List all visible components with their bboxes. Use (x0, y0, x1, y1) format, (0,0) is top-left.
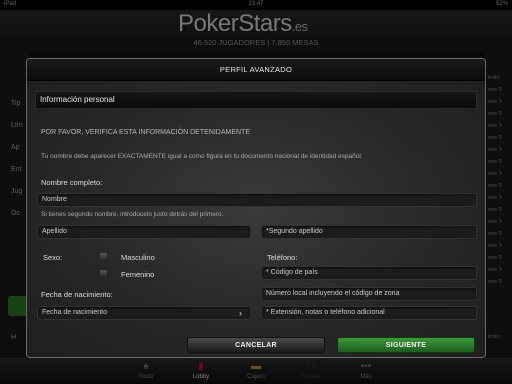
male-label[interactable]: Masculino (121, 253, 155, 262)
verify-instruction: POR FAVOR, VERIFICA ESTA INFORMACIÓN DET… (41, 129, 250, 136)
female-label[interactable]: Femenino (121, 270, 154, 279)
male-radio[interactable] (99, 252, 108, 261)
first-name-field[interactable]: Nombre (37, 193, 477, 207)
chevron-right-icon: › (239, 308, 242, 318)
next-button[interactable]: SIGUIENTE (337, 337, 475, 353)
section-header-personal-info: Información personal (35, 91, 477, 109)
date-of-birth-picker[interactable]: Fecha de nacimiento › (37, 306, 251, 320)
full-name-label: Nombre completo: (41, 178, 103, 187)
country-code-field[interactable]: * Código de país (261, 266, 477, 280)
dob-label: Fecha de nacimiento: (41, 290, 113, 299)
dob-placeholder: Fecha de nacimiento (42, 309, 107, 316)
dialog-title: PERFIL AVANZADO (27, 59, 485, 81)
cancel-button[interactable]: CANCELAR (187, 337, 325, 353)
surname-field[interactable]: Apellido (37, 225, 251, 239)
local-number-field[interactable]: Número local incluyendo el código de zon… (261, 287, 477, 301)
sex-label: Sexo: (43, 253, 63, 262)
phone-extension-field[interactable]: * Extensión, notas o teléfono adicional (261, 306, 477, 320)
second-surname-field[interactable]: *Segundo apellido (261, 225, 477, 239)
phone-label: Teléfono: (267, 253, 298, 262)
middle-name-hint: Si tienes segundo nombre, introdúcelo ju… (41, 211, 224, 218)
advanced-profile-dialog: PERFIL AVANZADO Información personal POR… (26, 58, 486, 358)
female-radio[interactable] (99, 269, 108, 278)
exact-name-instruction: Tu nombre debe aparecer EXACTAMENTE igua… (41, 153, 363, 160)
